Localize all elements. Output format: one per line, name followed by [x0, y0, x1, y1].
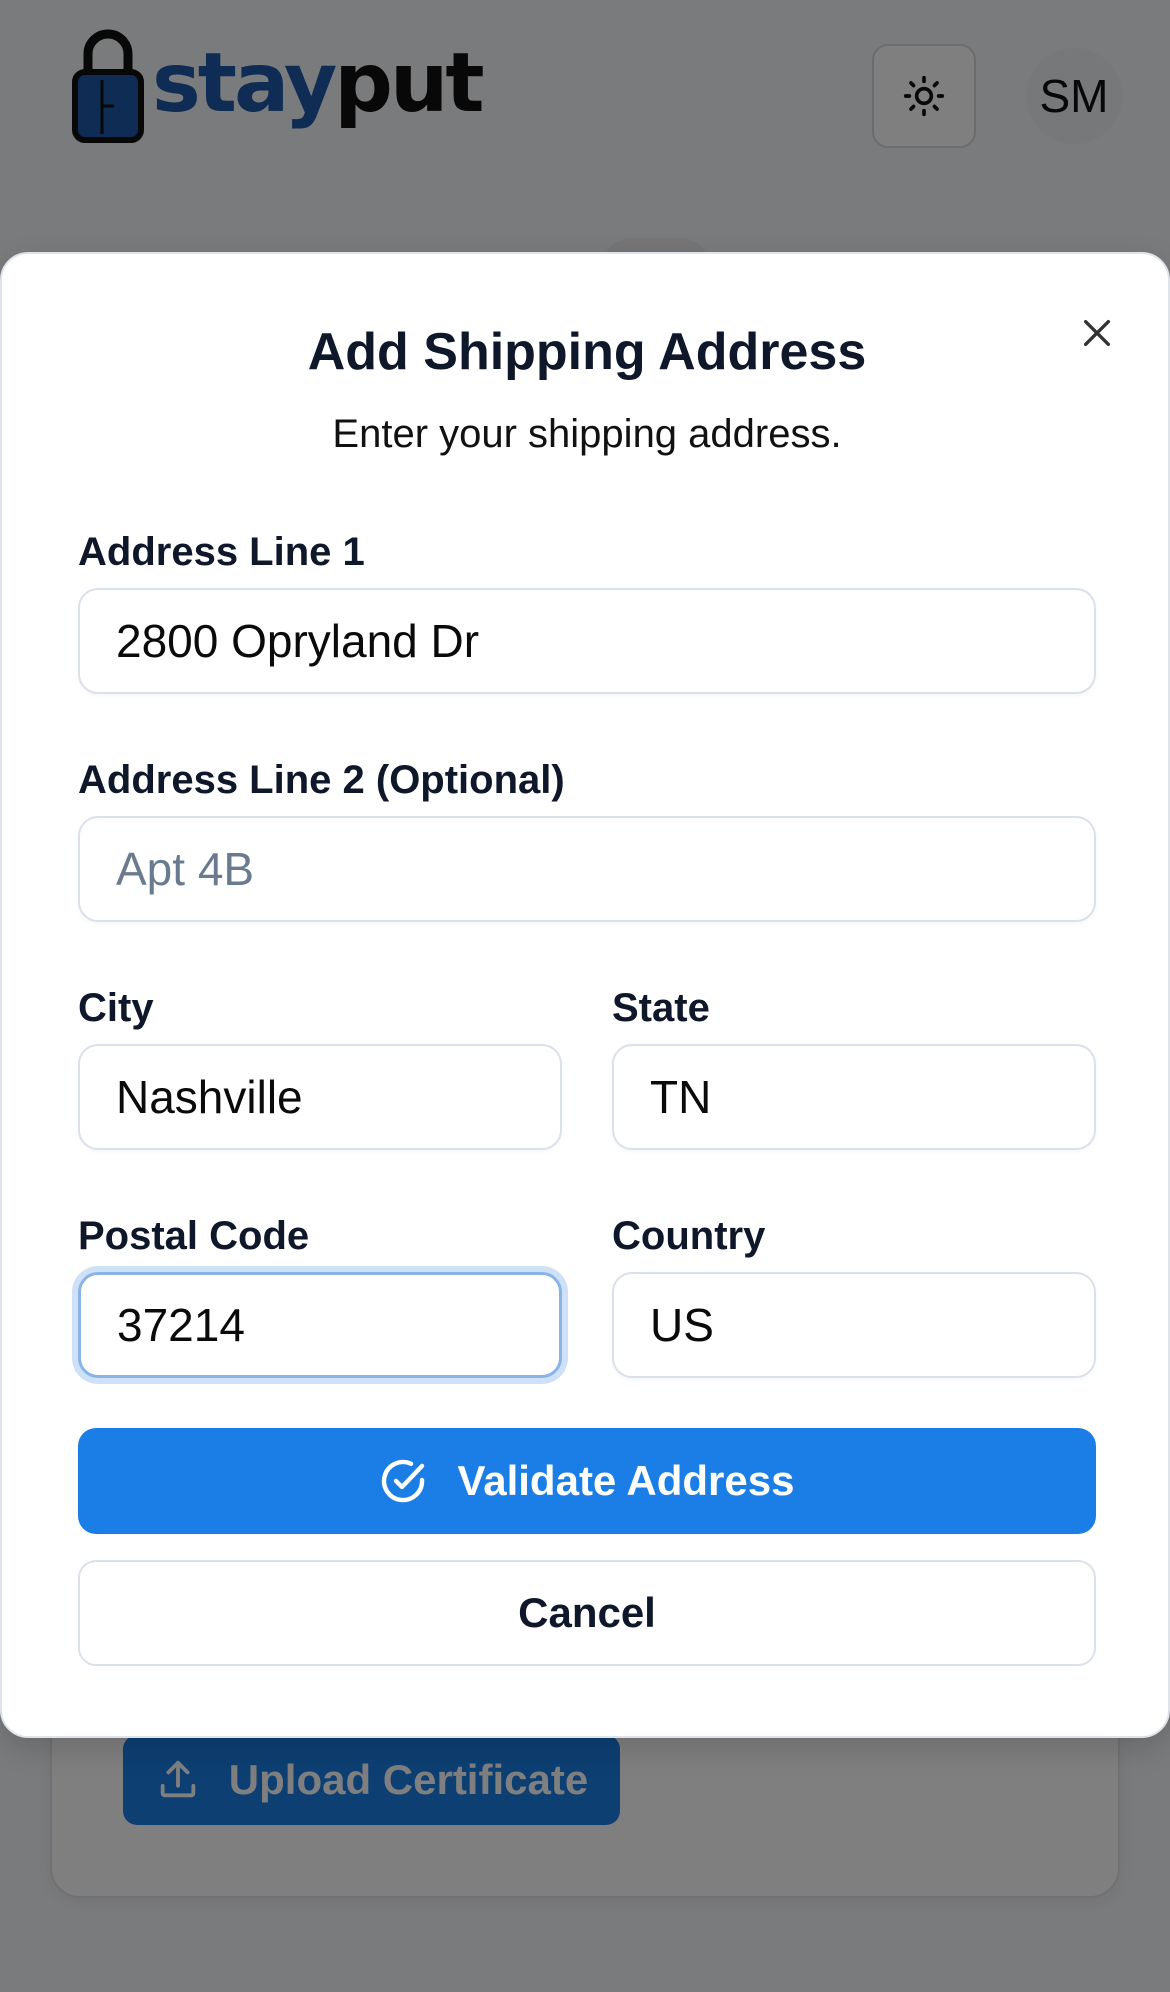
shipping-address-modal: Add Shipping Address Enter your shipping… [0, 252, 1170, 1738]
modal-subtitle: Enter your shipping address. [332, 412, 842, 456]
address-line2-label: Address Line 2 (Optional) [78, 758, 565, 802]
country-input[interactable] [612, 1272, 1096, 1378]
city-input[interactable] [78, 1044, 562, 1150]
check-circle-icon [381, 1459, 424, 1503]
modal-title: Add Shipping Address [307, 323, 867, 381]
cancel-button[interactable]: Cancel [78, 1560, 1096, 1666]
address-line2-input[interactable] [78, 816, 1096, 922]
country-label: Country [612, 1214, 766, 1258]
validate-address-button[interactable]: Validate Address [78, 1428, 1096, 1534]
city-label: City [78, 986, 154, 1030]
postal-code-label: Postal Code [78, 1214, 310, 1258]
address-line1-label: Address Line 1 [78, 530, 365, 574]
postal-code-input[interactable] [78, 1272, 562, 1378]
address-line1-input[interactable] [78, 588, 1096, 694]
state-label: State [612, 986, 710, 1030]
state-input[interactable] [612, 1044, 1096, 1150]
validate-address-label: Validate Address [457, 1457, 795, 1504]
